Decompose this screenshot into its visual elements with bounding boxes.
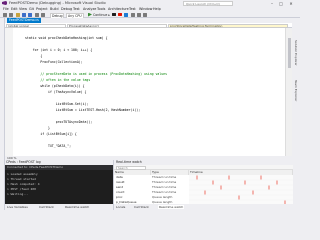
code-line: ListBtSum.Set(i);: [25, 102, 89, 106]
code-line: for (int i = 0; i < 100; i++) {: [25, 48, 93, 52]
menu-file[interactable]: File: [3, 7, 9, 11]
console-line: > Loaded assembly: [7, 172, 38, 176]
team-explorer-tab[interactable]: Team Explorer: [294, 80, 298, 101]
menu-architecture[interactable]: Architecture: [108, 7, 129, 11]
watch-bottom-tabs: Locals Call Stack Real-time watch: [114, 204, 293, 210]
step-into-icon[interactable]: [137, 12, 141, 17]
console-line: > Waiting...: [7, 192, 29, 196]
menu-tools[interactable]: Tools: [97, 7, 105, 11]
real-time-watch-panel: Real-time watch Search Name Type Timelin…: [113, 160, 293, 210]
break-all-icon[interactable]: [112, 12, 116, 16]
scope-dropdown[interactable]: (global scope): [6, 23, 66, 28]
code-comment: // often in the value tags: [25, 78, 91, 82]
tab-locals[interactable]: Locals: [116, 205, 125, 209]
console-subheader: Connected to: CPeds.FeedPOSTDemo: [5, 165, 113, 170]
window-title: FeedPOSTDemo (Debugging) - Microsoft Vis…: [9, 1, 106, 5]
member-dropdown[interactable]: ProcessDataAsync(): [67, 23, 167, 28]
close-button[interactable]: ✕: [287, 1, 295, 6]
visual-studio-logo-icon: [2, 1, 7, 5]
breakpoint-margin[interactable]: [5, 28, 13, 156]
console-bottom-tabs: Live Variables Call Stack Real-time watc…: [5, 204, 113, 210]
minimize-button[interactable]: –: [268, 1, 276, 6]
code-line: ListBtSum = ListTEST.Hash(2, HashNumber(…: [25, 108, 141, 112]
restart-icon[interactable]: [124, 12, 128, 17]
undo-icon[interactable]: [35, 12, 39, 17]
quick-launch-input[interactable]: Quick Launch (Ctrl+Q): [183, 0, 233, 6]
solution-explorer-tab[interactable]: Solution Explorer: [294, 40, 298, 66]
console-line: > POST /feed 200: [7, 187, 36, 191]
menu-git[interactable]: Git: [29, 7, 34, 11]
code-line: {: [25, 54, 43, 58]
menu-debug[interactable]: Debug: [61, 7, 72, 11]
save-icon[interactable]: [22, 12, 26, 17]
console-panel: CPeds : FeedPOST log Connected to: CPeds…: [5, 160, 113, 210]
menu-build[interactable]: Build: [50, 7, 59, 11]
step-out-icon[interactable]: [143, 12, 147, 17]
code-line: ProcFunc(CollectionA);: [25, 60, 83, 64]
code-line: }: [25, 126, 50, 130]
tab-call-stack-2[interactable]: Call Stack: [134, 205, 149, 209]
code-line: if (TheAsyncValue) {: [25, 90, 87, 94]
right-tool-gutter: Solution Explorer Team Explorer: [292, 18, 300, 210]
tooltip-dropdown[interactable]: procStoreDataHashing.Termination: [168, 23, 288, 28]
tab-call-stack[interactable]: Call Stack: [39, 205, 54, 209]
save-all-icon[interactable]: [28, 12, 32, 17]
timeline-chart: [189, 175, 293, 205]
code-line: static void procCheckDataHashing(int sum…: [25, 36, 108, 40]
code-comment: // procStoreData is used in process (Pro…: [25, 72, 168, 76]
menu-test[interactable]: Test: [73, 7, 80, 11]
menu-project[interactable]: Project: [36, 7, 48, 11]
tab-real-time-watch[interactable]: Real-time watch: [65, 205, 89, 209]
menu-help[interactable]: Help: [153, 7, 161, 11]
menu-test-2[interactable]: Test: [129, 7, 136, 11]
continue-icon[interactable]: [88, 12, 92, 17]
stop-icon[interactable]: [118, 12, 122, 16]
forward-icon[interactable]: [9, 12, 13, 17]
tab-real-time-watch-active[interactable]: Real-time watch: [158, 205, 185, 209]
menu-window[interactable]: Window: [139, 7, 152, 11]
code-line: TXT_"DATA_";: [25, 144, 72, 148]
code-line: if (ListBtSum[i]) {: [25, 132, 77, 136]
tab-live-variables[interactable]: Live Variables: [7, 205, 28, 209]
menu-edit[interactable]: Edit: [11, 7, 18, 11]
menu-view[interactable]: View: [19, 7, 27, 11]
continue-button[interactable]: Continue ▸: [93, 13, 110, 17]
console-line: > Thread started: [7, 177, 36, 181]
scrollbar-thumb[interactable]: [287, 38, 291, 68]
toolbar: Debug Any CPU Continue ▸: [0, 11, 300, 19]
watch-search-input[interactable]: Search: [116, 165, 146, 170]
redo-icon[interactable]: [41, 12, 45, 17]
console-line: > Hash computed: 4: [7, 182, 40, 186]
step-over-icon[interactable]: [131, 12, 135, 17]
code-editor[interactable]: static void procCheckDataHashing(int sum…: [5, 28, 290, 156]
back-icon[interactable]: [3, 12, 7, 17]
editor-vertical-scrollbar[interactable]: [285, 28, 292, 156]
maximize-button[interactable]: □: [277, 1, 285, 6]
open-folder-icon[interactable]: [16, 12, 20, 17]
code-line: procTUTAsyncData();: [25, 120, 93, 124]
code-line: while (pCheckData(i)) {: [25, 84, 85, 88]
menu-analyze[interactable]: Analyze: [83, 7, 96, 11]
